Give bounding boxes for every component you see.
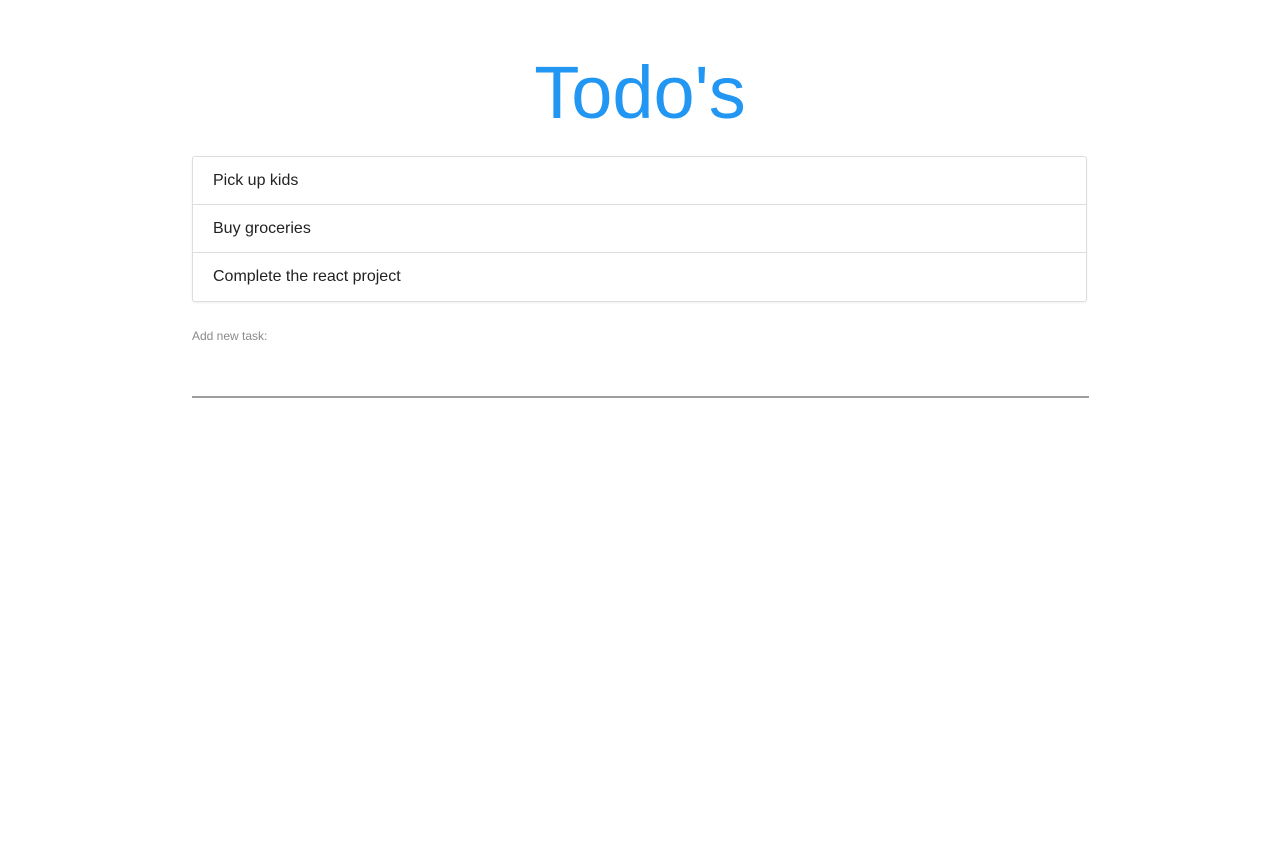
todo-item[interactable]: Complete the react project xyxy=(193,253,1086,301)
add-task-form: Add new task: xyxy=(192,328,1089,398)
todo-list: Pick up kids Buy groceries Complete the … xyxy=(192,156,1087,302)
add-task-input[interactable] xyxy=(192,366,1089,398)
todo-item[interactable]: Pick up kids xyxy=(193,157,1086,205)
page-title: Todo's xyxy=(534,51,746,134)
todo-app: Todo's Pick up kids Buy groceries Comple… xyxy=(0,0,1280,853)
todo-item[interactable]: Buy groceries xyxy=(193,205,1086,253)
add-task-label: Add new task: xyxy=(192,329,268,343)
